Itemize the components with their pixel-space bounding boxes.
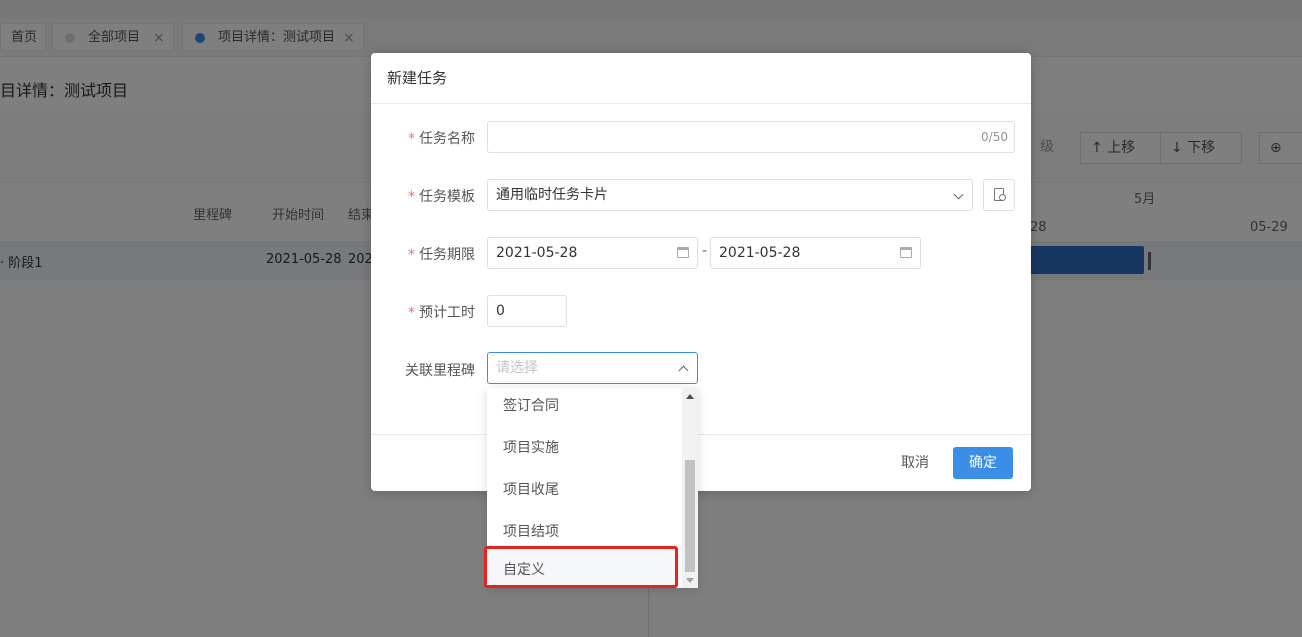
calendar-icon	[900, 247, 912, 258]
estimated-hours-label: * 预计工时	[408, 305, 475, 321]
cancel-button[interactable]: 取消	[889, 447, 941, 479]
start-date-input[interactable]: 2021-05-28	[487, 237, 698, 269]
scrollbar-track[interactable]	[682, 388, 698, 588]
template-preview-button[interactable]	[983, 179, 1015, 211]
end-date-input[interactable]: 2021-05-28	[710, 237, 921, 269]
calendar-icon	[677, 247, 689, 258]
highlight-box	[484, 546, 678, 588]
task-template-select[interactable]: 通用临时任务卡片	[487, 179, 973, 211]
dialog-title: 新建任务	[387, 69, 448, 87]
chevron-down-icon	[953, 189, 964, 200]
document-search-icon	[994, 188, 1006, 201]
dropdown-option[interactable]: 签订合同	[503, 395, 559, 415]
estimated-hours-input[interactable]: 0	[487, 295, 567, 327]
divider	[371, 103, 1031, 104]
new-task-dialog: 新建任务 * 任务名称 0/50 * 任务模板 通用临时任务卡片 * 任务期限 202…	[371, 53, 1031, 491]
date-separator: -	[702, 243, 708, 259]
divider	[371, 434, 1031, 435]
char-counter: 0/50	[981, 130, 1008, 144]
chevron-up-icon	[678, 365, 689, 376]
scroll-up-arrow-icon[interactable]	[686, 394, 694, 399]
task-name-input[interactable]: 0/50	[487, 121, 1015, 153]
dropdown-option[interactable]: 项目结项	[503, 521, 559, 541]
task-period-label: * 任务期限	[408, 247, 475, 263]
task-template-label: * 任务模板	[408, 189, 475, 205]
dropdown-option[interactable]: 项目实施	[503, 437, 559, 457]
scrollbar-thumb[interactable]	[685, 460, 695, 572]
milestone-select[interactable]: 请选择	[487, 352, 698, 384]
dropdown-option[interactable]: 项目收尾	[503, 479, 559, 499]
confirm-button[interactable]: 确定	[953, 447, 1013, 479]
scroll-down-arrow-icon[interactable]	[686, 578, 694, 583]
task-name-label: * 任务名称	[408, 131, 475, 147]
milestone-label: 关联里程碑	[405, 363, 475, 379]
